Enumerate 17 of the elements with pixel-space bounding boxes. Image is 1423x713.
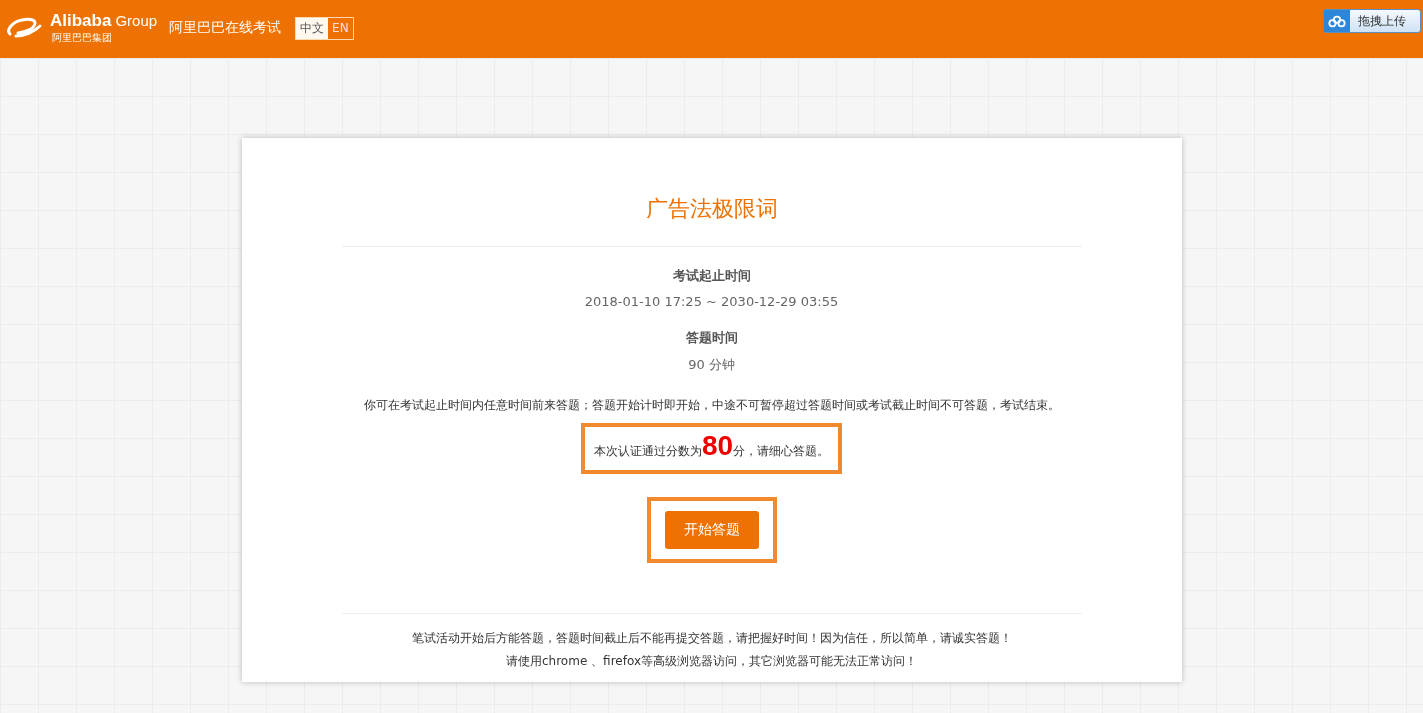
logo-suffix: Group [115,12,158,29]
language-tab[interactable]: 中文 [296,17,329,39]
duration-value: 90 分钟 [688,356,735,374]
site-title: 阿里巴巴在线考试 [169,19,282,37]
notice-text: 笔试活动开始后方能答题，答题时间截止后不能再提交答题，请把握好时间！因为信任，所以简单，请诚实答题！ [411,630,1012,647]
rules-text: 你可在考试起止时间内任意时间前来答题；答题开始计时即开始，中途不可暂停超过答题时间或考试截止时间不可答题，考试结束。 [363,398,1060,413]
upload-button[interactable]: 拖拽上传 [1323,9,1421,33]
period-label: 考试起止时间 [672,267,751,285]
notice-text: 请使用chrome 、firefox等高级浏览器访问，其它浏览器可能无法正常访问！ [506,653,917,670]
logo-subtitle: 阿里巴巴集团 [52,31,113,45]
exam-title: 广告法极限词 [645,195,778,223]
logo-text: Alibaba [50,11,112,31]
pass-score-text: 本次认证通过分数为80分，请细心答题。 [593,429,830,463]
cloud-icon [1328,14,1346,28]
logo-icon [4,16,44,40]
duration-label: 答题时间 [685,329,738,347]
period-value: 2018-01-10 17:25 ~ 2030-12-29 03:55 [584,294,839,309]
